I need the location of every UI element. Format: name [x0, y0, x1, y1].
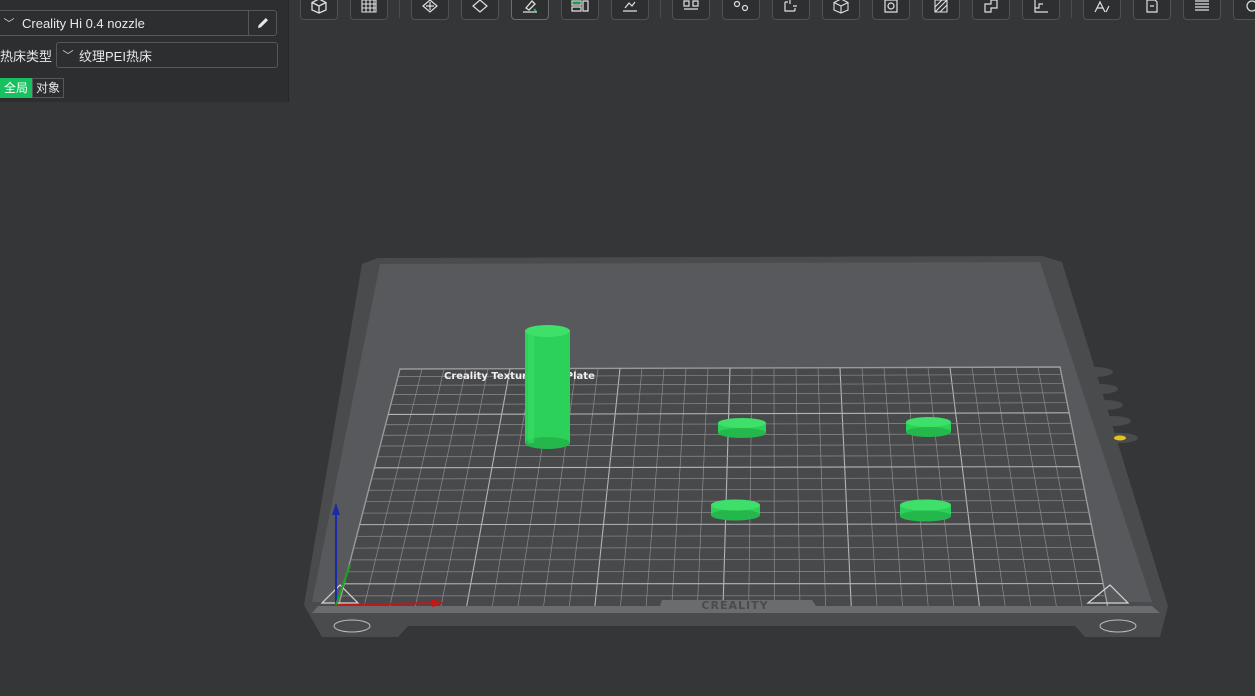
measure-button[interactable]: [972, 0, 1010, 20]
3d-viewport[interactable]: Creality Textured PEI Plate CREALITY: [0, 103, 1255, 696]
cylinder-model[interactable]: [525, 325, 570, 449]
support-icon: [884, 0, 898, 13]
arrange-button[interactable]: [350, 0, 388, 20]
build-plate-scene: Creality Textured PEI Plate CREALITY: [304, 256, 1168, 637]
slice-view-button[interactable]: [1133, 0, 1171, 20]
toolbar-separator: [399, 0, 400, 18]
scope-tabs: 全局 对象: [0, 78, 65, 98]
tab-object[interactable]: 对象: [32, 78, 65, 98]
auto-orient-button[interactable]: [461, 0, 499, 20]
assembly-icon: [1034, 0, 1048, 13]
variable-layer-icon: [1195, 0, 1209, 11]
assembly-button[interactable]: [1022, 0, 1060, 20]
cut-icon: [784, 0, 797, 12]
disc-model[interactable]: [900, 499, 951, 522]
grid-arrange-icon: [361, 0, 377, 13]
plate-brand: CREALITY: [701, 599, 768, 612]
layout-icon: [571, 0, 589, 12]
pencil-icon: [257, 18, 268, 28]
add-cube-icon: [311, 0, 327, 14]
orient-button[interactable]: [411, 0, 449, 20]
plate-title: Creality Textured PEI Plate: [444, 371, 595, 382]
text-icon: [1094, 0, 1110, 13]
paint-button[interactable]: [511, 0, 549, 20]
toolbar-separator: [1071, 0, 1072, 18]
slice-view-icon: [1146, 0, 1158, 13]
tab-global[interactable]: 全局: [0, 78, 33, 98]
align-icon: [683, 0, 699, 10]
bed-type-value: 纹理PEI热床: [79, 48, 152, 64]
settings-panel: ﹀ Creality Hi 0.4 nozzle 热床类型 ﹀ 纹理PEI热床 …: [0, 0, 289, 102]
lock-icon[interactable]: [1095, 416, 1131, 426]
more-icon: [1246, 0, 1255, 12]
gear-icon-center: [1114, 435, 1126, 441]
bed-type-label: 热床类型: [0, 48, 53, 64]
seam-icon: [934, 0, 948, 13]
more-button[interactable]: [1233, 0, 1255, 20]
list-icon[interactable]: [1082, 384, 1118, 394]
layout-button[interactable]: [561, 0, 599, 20]
toolbar-separator: [660, 0, 661, 18]
bed-type-select[interactable]: ﹀ 纹理PEI热床: [56, 42, 278, 68]
bed-type-row: 热床类型 ﹀ 纹理PEI热床: [0, 42, 278, 68]
settings-icon[interactable]: [1087, 400, 1123, 410]
auto-orient-icon: [472, 0, 488, 13]
chevron-down-icon: ﹀: [62, 50, 74, 62]
scale-button[interactable]: [722, 0, 760, 20]
scale-icon: [733, 0, 749, 12]
align-button[interactable]: [672, 0, 710, 20]
disc-model[interactable]: [711, 499, 760, 521]
split-button[interactable]: [611, 0, 649, 20]
printer-name: Creality Hi 0.4 nozzle: [22, 15, 145, 31]
paint-icon: [523, 0, 537, 13]
edit-printer-button[interactable]: [248, 11, 276, 35]
variable-layer-button[interactable]: [1183, 0, 1221, 20]
add-cube-button[interactable]: [300, 0, 338, 20]
disc-model[interactable]: [718, 418, 766, 438]
close-icon[interactable]: [1077, 367, 1113, 377]
printer-selector[interactable]: ﹀ Creality Hi 0.4 nozzle: [0, 10, 277, 36]
text-button[interactable]: [1083, 0, 1121, 20]
orient-icon: [422, 0, 438, 13]
support-button[interactable]: [872, 0, 910, 20]
mesh-icon: [833, 0, 849, 14]
mesh-button[interactable]: [822, 0, 860, 20]
measure-icon: [984, 0, 998, 13]
split-icon: [623, 1, 637, 12]
chevron-down-icon: ﹀: [3, 18, 15, 30]
disc-model[interactable]: [906, 417, 951, 437]
seam-button[interactable]: [922, 0, 960, 20]
grid-line: [359, 523, 1092, 526]
cut-button[interactable]: [772, 0, 810, 20]
